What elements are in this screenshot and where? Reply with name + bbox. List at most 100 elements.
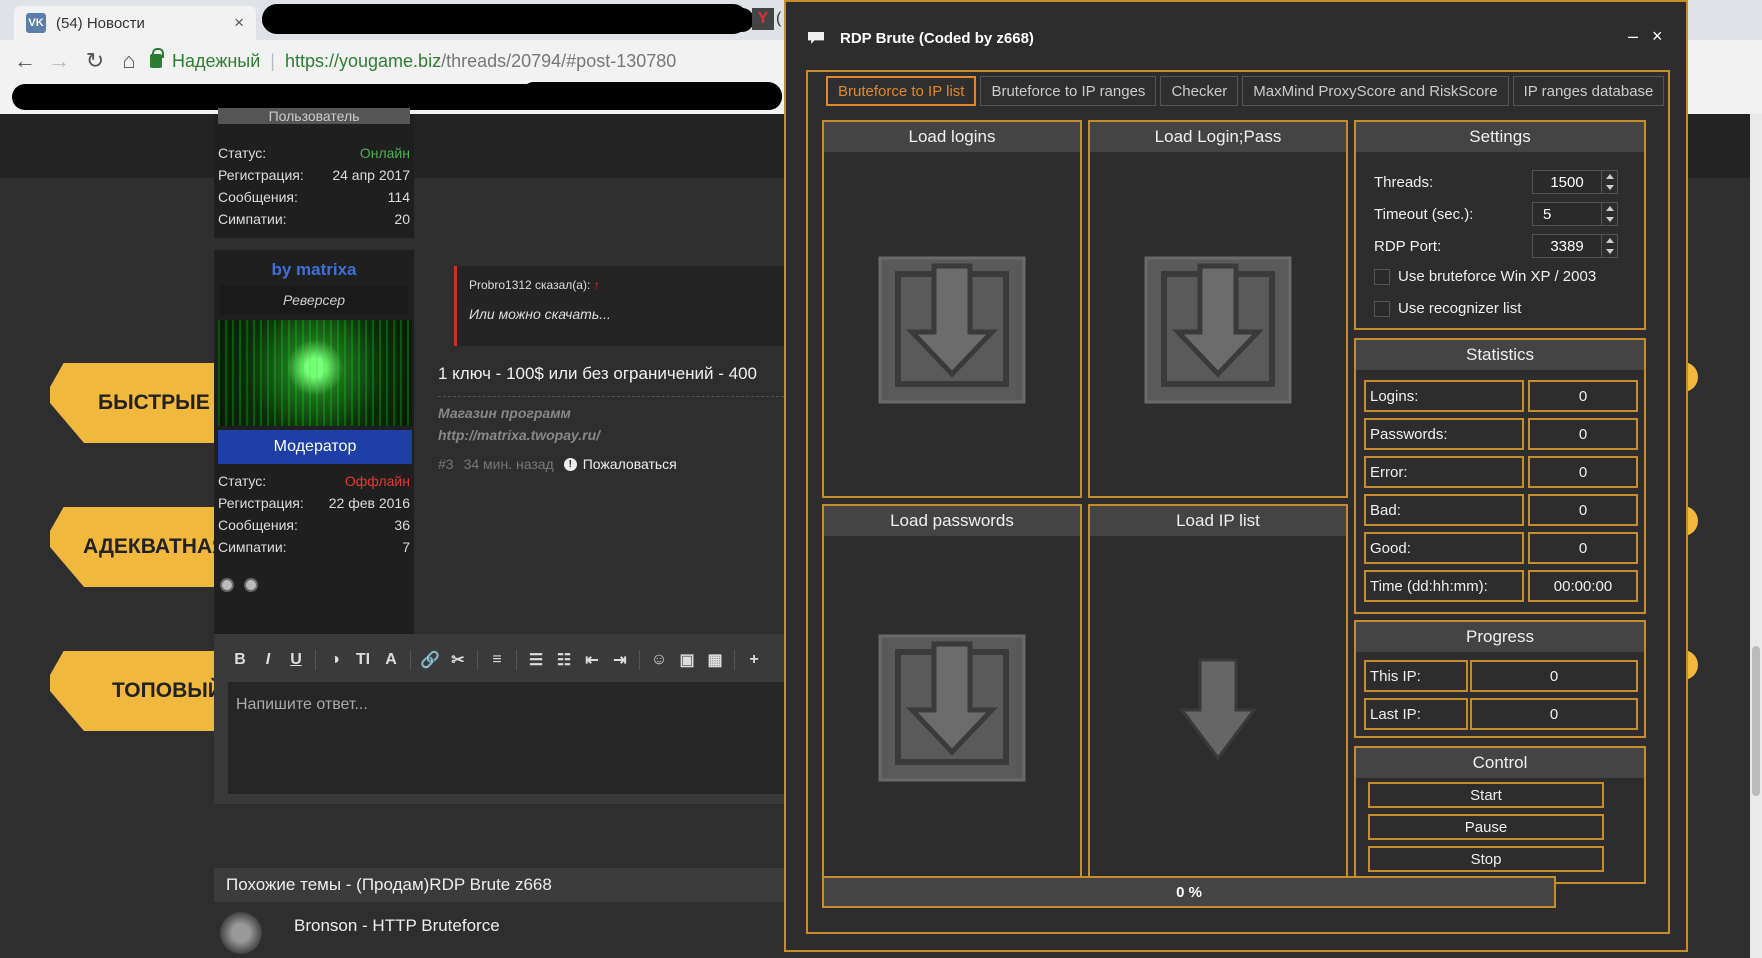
stat-label: Error: [1364, 456, 1524, 488]
user-stats: Статус: Оффлайн Регистрация: 22 фев 2016 С… [214, 470, 414, 558]
scroll-thumb[interactable] [1752, 646, 1760, 796]
avatar[interactable] [220, 912, 262, 954]
desktop: VK (54) Новости × Y ( ← → ↻ ⌂ Надежный |… [0, 0, 1762, 958]
underline-button[interactable]: U [284, 651, 308, 669]
stat-row: Сообщения: 114 [218, 189, 410, 205]
rdp-port-stepper[interactable] [1602, 234, 1618, 258]
url-path: /threads/20794/#post-130780 [441, 50, 677, 71]
recognizer-checkbox-row[interactable]: Use recognizer list [1374, 300, 1521, 317]
font-size-button[interactable]: TI [351, 651, 375, 669]
indent-button[interactable]: ⇥ [608, 650, 632, 670]
stop-button[interactable]: Stop [1368, 846, 1604, 872]
home-icon[interactable]: ⌂ [116, 48, 142, 74]
smiley-button[interactable]: ☺ [647, 651, 671, 669]
forward-icon[interactable]: → [46, 48, 72, 74]
threads-input[interactable]: 1500 [1532, 170, 1602, 194]
tab-bruteforce-ip-ranges[interactable]: Bruteforce to IP ranges [980, 76, 1157, 106]
redacted-bookmarks [520, 82, 782, 110]
load-logins-panel[interactable]: Load logins [822, 120, 1082, 498]
load-iplist-panel[interactable]: Load IP list [1088, 504, 1348, 884]
timeout-input[interactable]: 5 [1532, 202, 1602, 226]
progress-label: 0 % [1176, 883, 1202, 901]
rdp-port-label: RDP Port: [1374, 238, 1442, 255]
winxp-label: Use bruteforce Win XP / 2003 [1398, 268, 1597, 285]
statistics-panel: Statistics Logins: 0 Passwords: 0 Error:… [1354, 338, 1646, 614]
back-icon[interactable]: ← [12, 48, 38, 74]
stat-label: Bad: [1364, 494, 1524, 526]
app-titlebar[interactable]: RDP Brute (Coded by z668) – × [786, 2, 1686, 74]
author-role: Реверсер [220, 286, 408, 314]
tab-maxmind[interactable]: MaxMind ProxyScore and RiskScore [1242, 76, 1509, 106]
drop-arrow-icon [878, 634, 1026, 782]
stat-label: Time (dd:hh:mm): [1364, 570, 1524, 602]
reload-icon[interactable]: ↻ [82, 48, 108, 74]
rdp-port-input[interactable]: 3389 [1532, 234, 1602, 258]
signature-link[interactable]: http://matrixa.twopay.ru/ [438, 424, 600, 446]
tab-checker[interactable]: Checker [1160, 76, 1239, 106]
tab-close-icon[interactable]: × [234, 13, 244, 33]
more-button[interactable]: + [742, 651, 766, 669]
similar-thread-item[interactable]: Bronson - HTTP Bruteforce [220, 912, 780, 958]
stat-value: 00:00:00 [1528, 570, 1638, 602]
winxp-checkbox-row[interactable]: Use bruteforce Win XP / 2003 [1374, 268, 1596, 285]
sidebar-banner[interactable]: БЫСТРЫЕ В [50, 363, 220, 443]
stat-row: Статус: Онлайн [218, 145, 410, 161]
trophy-icon[interactable] [244, 578, 258, 592]
threads-stepper[interactable] [1602, 170, 1618, 194]
minimize-button[interactable]: – [1628, 26, 1638, 47]
page-scrollbar[interactable] [1750, 114, 1762, 958]
avatar[interactable] [218, 320, 412, 426]
tab-bruteforce-ip-list[interactable]: Bruteforce to IP list [826, 76, 977, 106]
bold-button[interactable]: B [228, 651, 252, 669]
app-content-frame: Bruteforce to IP list Bruteforce to IP r… [806, 70, 1670, 934]
drop-arrow-icon [878, 256, 1026, 404]
align-button[interactable]: ≡ [485, 651, 509, 669]
image-button[interactable]: ▣ [675, 650, 699, 670]
media-button[interactable]: ▦ [703, 650, 727, 670]
load-loginpass-panel[interactable]: Load Login;Pass [1088, 120, 1348, 498]
post-number[interactable]: #3 [438, 456, 454, 472]
tab-title: (54) Новости [56, 14, 145, 32]
color-button[interactable]: ◑ [323, 651, 347, 669]
timeout-stepper[interactable] [1602, 202, 1618, 226]
unlink-button[interactable]: ✂ [446, 650, 470, 670]
load-passwords-panel[interactable]: Load passwords [822, 504, 1082, 884]
moderator-badge: Модератор [218, 430, 412, 464]
quote-text: Или можно скачать... [469, 306, 611, 322]
reply-editor: B I U ◑ TI A 🔗 ✂ ≡ ☰ ☷ ⇤ ⇥ ☺ ▣ ▦ + Напиш… [214, 634, 784, 804]
quote-author[interactable]: Probro1312 сказал(а): [469, 278, 590, 292]
font-button[interactable]: A [379, 651, 403, 669]
browser-tab-vk[interactable]: VK (54) Новости × [14, 6, 256, 40]
drop-arrow-icon [1144, 256, 1292, 404]
url-separator: | [270, 50, 275, 71]
start-button[interactable]: Start [1368, 782, 1604, 808]
outdent-button[interactable]: ⇤ [580, 650, 604, 670]
bullet-list-button[interactable]: ☰ [524, 650, 548, 670]
yandex-icon[interactable]: Y [752, 8, 774, 30]
post-body: 1 ключ - 100$ или без ограничений - 400 [438, 364, 757, 383]
tab-ip-ranges-database[interactable]: IP ranges database [1512, 76, 1665, 106]
sidebar-banner[interactable]: АДЕКВАТНАЯ [50, 507, 220, 587]
link-button[interactable]: 🔗 [418, 650, 442, 670]
sidebar-banner[interactable]: ТОПОВЫЙ [50, 651, 220, 731]
pause-button[interactable]: Pause [1368, 814, 1604, 840]
overall-progress-bar: 0 % [822, 876, 1556, 908]
italic-button[interactable]: I [256, 651, 280, 669]
similar-thread-title[interactable]: Bronson - HTTP Bruteforce [294, 916, 500, 936]
panel-title: Control [1356, 748, 1644, 778]
stat-value: 0 [1528, 418, 1638, 450]
panel-title: Load Login;Pass [1090, 122, 1346, 152]
author-name[interactable]: by matrixa [214, 260, 414, 280]
report-link[interactable]: ! Пожаловаться [563, 456, 677, 472]
winxp-checkbox[interactable] [1374, 268, 1390, 285]
close-button[interactable]: × [1652, 26, 1663, 47]
number-list-button[interactable]: ☷ [552, 650, 576, 670]
quote-jump-icon[interactable]: ↑ [594, 278, 600, 292]
trophy-icon[interactable] [220, 578, 234, 592]
down-arrow-icon [1180, 658, 1256, 761]
recognizer-checkbox[interactable] [1374, 300, 1390, 317]
reply-textarea[interactable]: Напишите ответ... [228, 682, 784, 794]
address-bar[interactable]: Надежный | https://yougame.biz /threads/… [150, 46, 780, 76]
post-divider [438, 396, 784, 397]
stat-value: 0 [1528, 532, 1638, 564]
